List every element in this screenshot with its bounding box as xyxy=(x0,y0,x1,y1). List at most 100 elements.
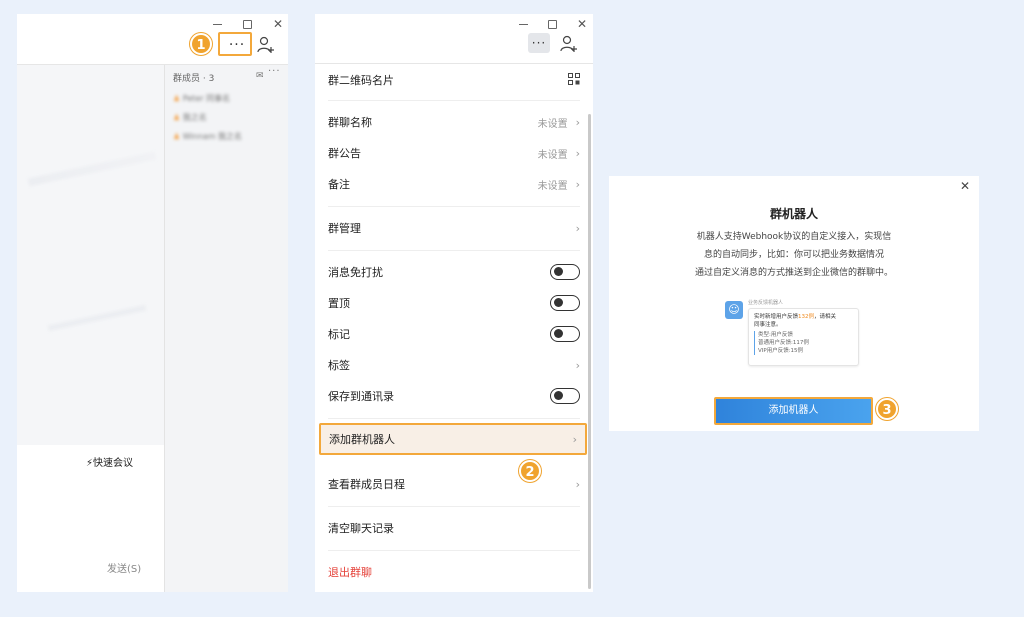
divider xyxy=(328,506,580,507)
chat-area xyxy=(17,65,164,445)
more-highlight xyxy=(218,32,252,56)
dialog-description: 机器人支持Webhook协议的自定义接入，实现信 息的自动同步，比如：你可以把业… xyxy=(609,228,979,282)
group-name-value: 未设置 xyxy=(537,118,568,130)
remark-row[interactable]: 备注 未设置 › xyxy=(328,169,580,199)
step-badge-3: 3 xyxy=(876,398,898,420)
clear-history-row[interactable]: 清空聊天记录 xyxy=(328,513,580,543)
member-item[interactable]: ♟ Peter 同事名 xyxy=(173,93,230,104)
window-controls: ✕ xyxy=(519,17,587,31)
manage-label: 群管理 xyxy=(328,222,361,235)
dnd-toggle[interactable] xyxy=(550,264,580,280)
divider xyxy=(328,550,580,551)
msg-number: 132例 xyxy=(798,314,815,320)
chevron-right-icon: › xyxy=(575,358,580,372)
chat-window: ✕ ··· 1 群成员 · 3 ✉ ··· ♟ Peter 同事名 ♟ 我之名 … xyxy=(17,14,288,592)
pin-toggle[interactable] xyxy=(550,295,580,311)
announcement-value: 未设置 xyxy=(537,149,568,161)
send-button[interactable]: 发送(S) xyxy=(107,560,141,575)
tag-label: 标签 xyxy=(328,359,350,372)
chevron-right-icon: › xyxy=(575,115,580,129)
description-line: 机器人支持Webhook协议的自定义接入，实现信 xyxy=(696,232,892,242)
schedule-row[interactable]: 查看群成员日程 › xyxy=(328,469,580,499)
members-header: 群成员 · 3 xyxy=(173,74,215,84)
exit-group-label: 退出群聊 xyxy=(328,566,372,579)
add-bot-row[interactable]: 添加群机器人 › xyxy=(319,423,587,455)
divider xyxy=(328,418,580,419)
close-icon[interactable]: ✕ xyxy=(577,17,587,31)
member-item[interactable]: ♟ Winnam 我之名 xyxy=(173,131,242,142)
member-name: Winnam 我之名 xyxy=(182,132,243,141)
schedule-label: 查看群成员日程 xyxy=(328,478,405,491)
mark-row: 标记 xyxy=(328,319,580,349)
member-name: Peter 同事名 xyxy=(182,94,231,103)
close-icon[interactable]: ✕ xyxy=(273,17,283,31)
quick-meeting-button[interactable]: ⚡快速会议 xyxy=(86,454,133,469)
dnd-row: 消息免打扰 xyxy=(328,257,580,287)
remark-label: 备注 xyxy=(328,178,350,191)
bot-avatar-icon: ☺ xyxy=(725,301,743,319)
tag-row[interactable]: 标签 › xyxy=(328,350,580,380)
pin-label: 置顶 xyxy=(328,297,350,310)
more-icon[interactable]: ··· xyxy=(528,33,550,53)
dialog-title: 群机器人 xyxy=(769,207,818,221)
announcement-row[interactable]: 群公告 未设置 › xyxy=(328,138,580,168)
msg-text: 同事注意。 xyxy=(754,322,782,328)
add-bot-button-label: 添加机器人 xyxy=(768,405,819,416)
manage-row[interactable]: 群管理 › xyxy=(328,213,580,243)
divider xyxy=(328,100,580,101)
minimize-icon[interactable] xyxy=(519,23,528,25)
clear-history-label: 清空聊天记录 xyxy=(328,522,394,535)
chevron-right-icon: › xyxy=(575,477,580,491)
chevron-right-icon: › xyxy=(575,146,580,160)
bot-message-card: 实时新增用户反馈132例，请相关 同事注意。 类型:用户反馈 普通用户反馈:11… xyxy=(748,308,859,366)
group-name-label: 群聊名称 xyxy=(328,116,372,129)
remark-value: 未设置 xyxy=(537,180,568,192)
save-contacts-label: 保存到通讯录 xyxy=(328,390,394,403)
add-member-icon[interactable] xyxy=(560,35,578,53)
msg-text: 实时新增用户反馈 xyxy=(754,314,799,320)
msg-item: 类型:用户反馈 xyxy=(758,332,793,338)
dnd-label: 消息免打扰 xyxy=(328,266,383,279)
group-bot-dialog: ✕ 群机器人 机器人支持Webhook协议的自定义接入，实现信 息的自动同步，比… xyxy=(609,176,979,431)
add-member-icon[interactable] xyxy=(257,36,275,54)
member-item[interactable]: ♟ 我之名 xyxy=(173,112,207,123)
description-line: 息的自动同步，比如：你可以把业务数据情况 xyxy=(703,250,884,260)
qr-label: 群二维码名片 xyxy=(328,74,394,87)
chevron-right-icon: › xyxy=(575,221,580,235)
quick-meeting-label: 快速会议 xyxy=(93,458,134,469)
scrollbar[interactable] xyxy=(588,114,591,589)
close-icon[interactable]: ✕ xyxy=(960,179,970,193)
group-settings-window: ✕ ··· 群二维码名片 群聊名称 未设置 › 群公告 未设置 › 备注 未设置 › 群管理… xyxy=(315,14,593,592)
save-contacts-row: 保存到通讯录 xyxy=(328,381,580,411)
divider xyxy=(328,206,580,207)
chevron-right-icon: › xyxy=(572,432,577,446)
qr-code-row[interactable]: 群二维码名片 xyxy=(328,65,580,95)
maximize-icon[interactable] xyxy=(242,19,252,29)
exit-group-row[interactable]: 退出群聊 xyxy=(328,557,580,587)
chevron-right-icon: › xyxy=(575,177,580,191)
window-controls: ✕ xyxy=(213,17,283,31)
divider xyxy=(328,250,580,251)
description-line: 通过自定义消息的方式推送到企业微信的群聊中。 xyxy=(694,268,893,278)
step-badge-1: 1 xyxy=(190,33,212,55)
qr-icon xyxy=(568,72,580,88)
save-contacts-toggle[interactable] xyxy=(550,388,580,404)
mail-icon[interactable]: ✉ xyxy=(256,71,264,81)
member-panel: 群成员 · 3 ✉ ··· ♟ Peter 同事名 ♟ 我之名 ♟ Winnam… xyxy=(164,65,288,592)
add-bot-label: 添加群机器人 xyxy=(329,433,395,446)
add-bot-button[interactable]: 添加机器人 xyxy=(714,397,873,425)
group-name-row[interactable]: 群聊名称 未设置 › xyxy=(328,107,580,137)
msg-text: ，请相关 xyxy=(814,314,837,320)
mark-label: 标记 xyxy=(328,328,350,341)
maximize-icon[interactable] xyxy=(547,19,557,29)
announcement-label: 群公告 xyxy=(328,147,361,160)
msg-item: 普通用户反馈:117例 xyxy=(758,340,809,346)
minimize-icon[interactable] xyxy=(213,23,222,25)
pin-row: 置顶 xyxy=(328,288,580,318)
member-more-icon[interactable]: ··· xyxy=(268,66,281,77)
watermark xyxy=(47,304,147,332)
lightning-icon: ⚡ xyxy=(86,458,94,469)
input-area[interactable]: ⚡快速会议 发送(S) xyxy=(17,445,150,579)
watermark xyxy=(27,151,157,187)
mark-toggle[interactable] xyxy=(550,326,580,342)
